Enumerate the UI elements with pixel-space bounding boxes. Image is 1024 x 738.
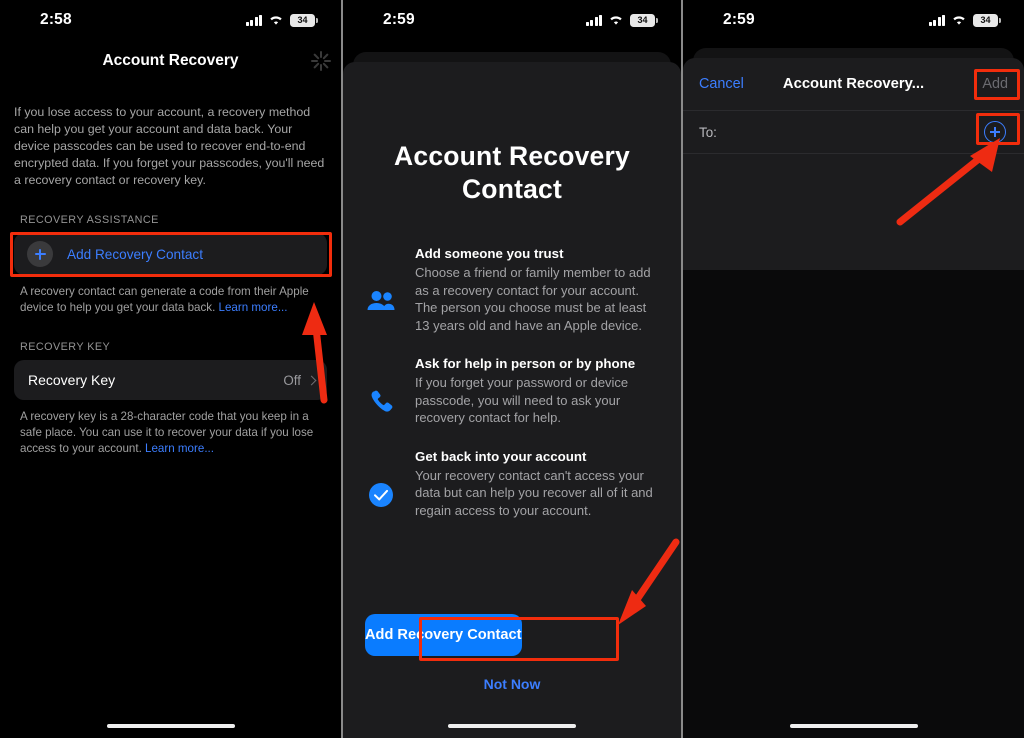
- cellular-bars-icon: [245, 14, 262, 26]
- add-contact-sheet: Cancel Account Recovery... Add To:: [683, 58, 1024, 738]
- add-recovery-contact-row[interactable]: Add Recovery Contact: [14, 233, 327, 275]
- modal-sheet-stack: Account Recovery Contact Add someone you…: [343, 40, 681, 738]
- battery-icon: 34: [973, 13, 1001, 27]
- battery-level: 34: [297, 15, 308, 25]
- add-contact-plus-button[interactable]: [984, 121, 1006, 143]
- battery-icon: 34: [630, 13, 658, 27]
- feature-heading: Get back into your account: [415, 448, 587, 464]
- section-header-recovery-key: RECOVERY KEY: [20, 341, 111, 353]
- to-field-label: To:: [699, 124, 717, 140]
- feature-description: If you forget your password or device pa…: [415, 375, 629, 425]
- recovery-key-row[interactable]: Recovery Key Off: [14, 360, 327, 400]
- wifi-icon: [268, 14, 284, 26]
- panel1-body: If you lose access to your account, a re…: [0, 104, 341, 457]
- status-bar-time: 2:59: [383, 11, 415, 28]
- recovery-key-value: Off: [283, 372, 301, 388]
- learn-more-link-key[interactable]: Learn more...: [145, 442, 214, 455]
- section-header-recovery-assistance: RECOVERY ASSISTANCE: [20, 214, 159, 226]
- feature-text: Add someone you trust Choose a friend or…: [415, 246, 659, 334]
- status-bar-panel2: 2:59 34: [343, 0, 681, 40]
- activity-spinner-icon: [309, 49, 333, 73]
- status-bar-time: 2:59: [723, 11, 755, 28]
- feature-description: Choose a friend or family member to add …: [415, 265, 651, 333]
- recovery-key-footnote: A recovery key is a 28-character code th…: [20, 409, 321, 457]
- phone-screen-account-recovery: 2:58 34 Account Recovery If you lose acc…: [0, 0, 341, 738]
- home-indicator-panel1: [106, 723, 235, 728]
- checkmark-circle-icon: [365, 449, 397, 520]
- intro-text: If you lose access to your account, a re…: [14, 105, 325, 187]
- screenshot-stage: 2:58 34 Account Recovery If you lose acc…: [0, 0, 1024, 738]
- page-title: Account Recovery: [102, 52, 239, 69]
- phone-screen-recovery-contact-intro: 2:59 34 Account Recovery Contact Add som…: [341, 0, 683, 738]
- status-bar-indicators: 34: [245, 13, 318, 27]
- feature-text: Ask for help in person or by phone If yo…: [415, 356, 659, 427]
- recovery-key-label: Recovery Key: [28, 372, 116, 388]
- status-bar-time: 2:58: [40, 11, 72, 28]
- recovery-contact-footnote: A recovery contact can generate a code f…: [20, 284, 321, 316]
- sheet-actions: Add Recovery Contact Not Now: [343, 614, 681, 692]
- feature-item: Ask for help in person or by phone If yo…: [365, 356, 659, 427]
- feature-description: Your recovery contact can't access your …: [415, 467, 653, 518]
- feature-item: Get back into your account Your recovery…: [365, 449, 659, 520]
- sheet-title: Account Recovery Contact: [394, 141, 630, 204]
- wifi-icon: [951, 14, 967, 26]
- to-field-row[interactable]: To:: [683, 110, 1024, 154]
- feature-heading: Ask for help in person or by phone: [415, 356, 636, 371]
- cancel-button[interactable]: Cancel: [699, 76, 744, 92]
- feature-heading: Add someone you trust: [415, 246, 564, 261]
- recovery-key-value-group: Off: [283, 372, 317, 388]
- two-people-icon: [365, 246, 397, 334]
- battery-level: 34: [637, 15, 648, 25]
- status-bar-indicators: 34: [928, 13, 1001, 27]
- status-bar-panel1: 2:58 34: [0, 0, 341, 40]
- modal-sheet: Account Recovery Contact Add someone you…: [343, 62, 681, 738]
- status-bar-indicators: 34: [585, 13, 658, 27]
- learn-more-link-contact[interactable]: Learn more...: [219, 301, 288, 314]
- cellular-bars-icon: [928, 14, 945, 26]
- battery-icon: 34: [290, 13, 318, 27]
- chevron-right-icon: [306, 375, 317, 385]
- add-nav-button[interactable]: Add: [982, 76, 1008, 92]
- add-recovery-contact-label: Add Recovery Contact: [67, 246, 204, 262]
- not-now-button[interactable]: Not Now: [343, 676, 681, 692]
- feature-text: Get back into your account Your recovery…: [415, 449, 659, 520]
- plus-circle-icon: [27, 241, 53, 267]
- phone-icon: [365, 356, 397, 427]
- wifi-icon: [608, 14, 624, 26]
- status-bar-panel3: 2:59 34: [683, 0, 1024, 40]
- phone-screen-add-contact: 2:59 34 Cancel Account Recovery... Add T…: [683, 0, 1024, 738]
- sheet-navigation-bar: Cancel Account Recovery... Add: [683, 58, 1024, 110]
- navigation-bar-panel1: Account Recovery: [0, 40, 341, 82]
- home-indicator-panel3: [789, 723, 918, 728]
- home-indicator-panel2: [448, 723, 576, 728]
- battery-level: 34: [980, 15, 991, 25]
- feature-list: Add someone you trust Choose a friend or…: [343, 246, 681, 519]
- add-recovery-contact-button[interactable]: Add Recovery Contact: [365, 614, 522, 656]
- feature-item: Add someone you trust Choose a friend or…: [365, 246, 659, 334]
- cellular-bars-icon: [585, 14, 602, 26]
- sheet-empty-area: [683, 270, 1024, 738]
